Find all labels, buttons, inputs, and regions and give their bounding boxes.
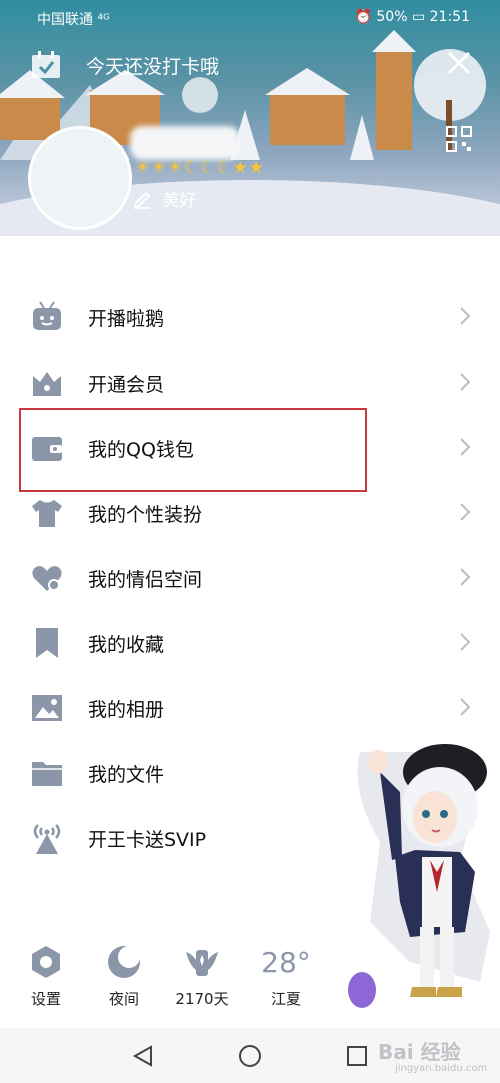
- back-icon[interactable]: [131, 1044, 155, 1068]
- checkin-row[interactable]: 今天还没打卡哦: [0, 44, 500, 84]
- temperature-value: 28°: [261, 946, 311, 979]
- alarm-icon: ⏰: [354, 9, 372, 25]
- settings-icon: [32, 946, 60, 978]
- close-icon[interactable]: [446, 50, 472, 76]
- wings-badge-icon: [186, 950, 218, 976]
- menu-label-favorites: 我的收藏: [88, 634, 165, 656]
- menu-item-couple[interactable]: 我的情侣空间: [0, 545, 500, 610]
- checkin-text: 今天还没打卡哦: [86, 56, 220, 78]
- menu-label-files: 我的文件: [88, 764, 165, 786]
- bookmark-icon: [36, 628, 58, 658]
- night-mode-button[interactable]: 夜间: [89, 940, 159, 1015]
- menu-label-album: 我的相册: [88, 699, 165, 721]
- folder-icon: [32, 762, 62, 786]
- baidu-watermark-url: jingyan.baidu.com: [395, 1063, 488, 1074]
- signature-text: 美好: [162, 191, 197, 211]
- carrier-label: 中国联通 ⁴ᴳ: [37, 12, 110, 28]
- weather-button[interactable]: 28° 江夏: [251, 940, 321, 1015]
- photo-icon: [32, 695, 62, 721]
- menu-label-kingcard: 开王卡送SVIP: [88, 829, 207, 851]
- status-bar: 中国联通 ⁴ᴳ ⏰ 50% ▭ 21:51: [0, 0, 500, 34]
- shirt-icon: [32, 500, 62, 527]
- chevron-right-icon: [460, 568, 471, 586]
- night-label: 夜间: [108, 990, 139, 1008]
- tv-icon: [33, 301, 61, 330]
- menu-label-couple: 我的情侣空间: [88, 569, 203, 591]
- menu-item-vip[interactable]: 开通会员: [0, 350, 500, 415]
- chevron-right-icon: [460, 307, 471, 325]
- menu-label-live: 开播啦鹅: [88, 308, 165, 330]
- nickname-redacted: [130, 126, 240, 160]
- chevron-right-icon: [460, 503, 471, 521]
- battery-icon: ▭: [411, 9, 426, 25]
- menu-item-live[interactable]: 开播啦鹅: [0, 284, 500, 349]
- level-badges[interactable]: ☀☀☀☾☾☾★★: [135, 158, 265, 178]
- moon-icon: [108, 946, 140, 978]
- baidu-watermark: Bai 经验: [378, 1040, 461, 1064]
- recents-icon[interactable]: [345, 1044, 369, 1068]
- antenna-icon: [33, 824, 61, 854]
- menu-label-theme: 我的个性装扮: [88, 504, 203, 526]
- city-label: 江夏: [270, 990, 301, 1008]
- chevron-right-icon: [460, 633, 471, 651]
- avatar[interactable]: [28, 126, 132, 230]
- chevron-right-icon: [460, 373, 471, 391]
- menu-item-album[interactable]: 我的相册: [0, 675, 500, 740]
- home-icon[interactable]: [238, 1044, 262, 1068]
- menu-item-favorites[interactable]: 我的收藏: [0, 610, 500, 675]
- signature-row[interactable]: 美好: [133, 186, 197, 211]
- settings-button[interactable]: 设置: [11, 940, 81, 1015]
- qr-code-icon[interactable]: [446, 126, 472, 152]
- settings-label: 设置: [30, 990, 61, 1008]
- chevron-right-icon: [460, 438, 471, 456]
- days-label: 2170天: [175, 990, 229, 1008]
- pencil-icon: [133, 191, 151, 209]
- crown-icon: [33, 372, 61, 396]
- menu-label-vip: 开通会员: [88, 374, 165, 396]
- highlight-annotation: [19, 408, 367, 492]
- battery-percent: 50%: [376, 9, 408, 25]
- calendar-check-icon: [32, 51, 60, 78]
- heart-icon: [32, 566, 62, 591]
- status-right: ⏰ 50% ▭ 21:51: [354, 9, 470, 25]
- bottom-toolbar: 设置 夜间 2170天 28° 江夏: [0, 940, 500, 1020]
- profile-header: 中国联通 ⁴ᴳ ⏰ 50% ▭ 21:51 今天还没打卡哦 ☀☀☀☾☾☾★★ 美…: [0, 0, 500, 236]
- clock: 21:51: [429, 9, 470, 25]
- active-days-button[interactable]: 2170天: [167, 940, 237, 1015]
- chevron-right-icon: [460, 698, 471, 716]
